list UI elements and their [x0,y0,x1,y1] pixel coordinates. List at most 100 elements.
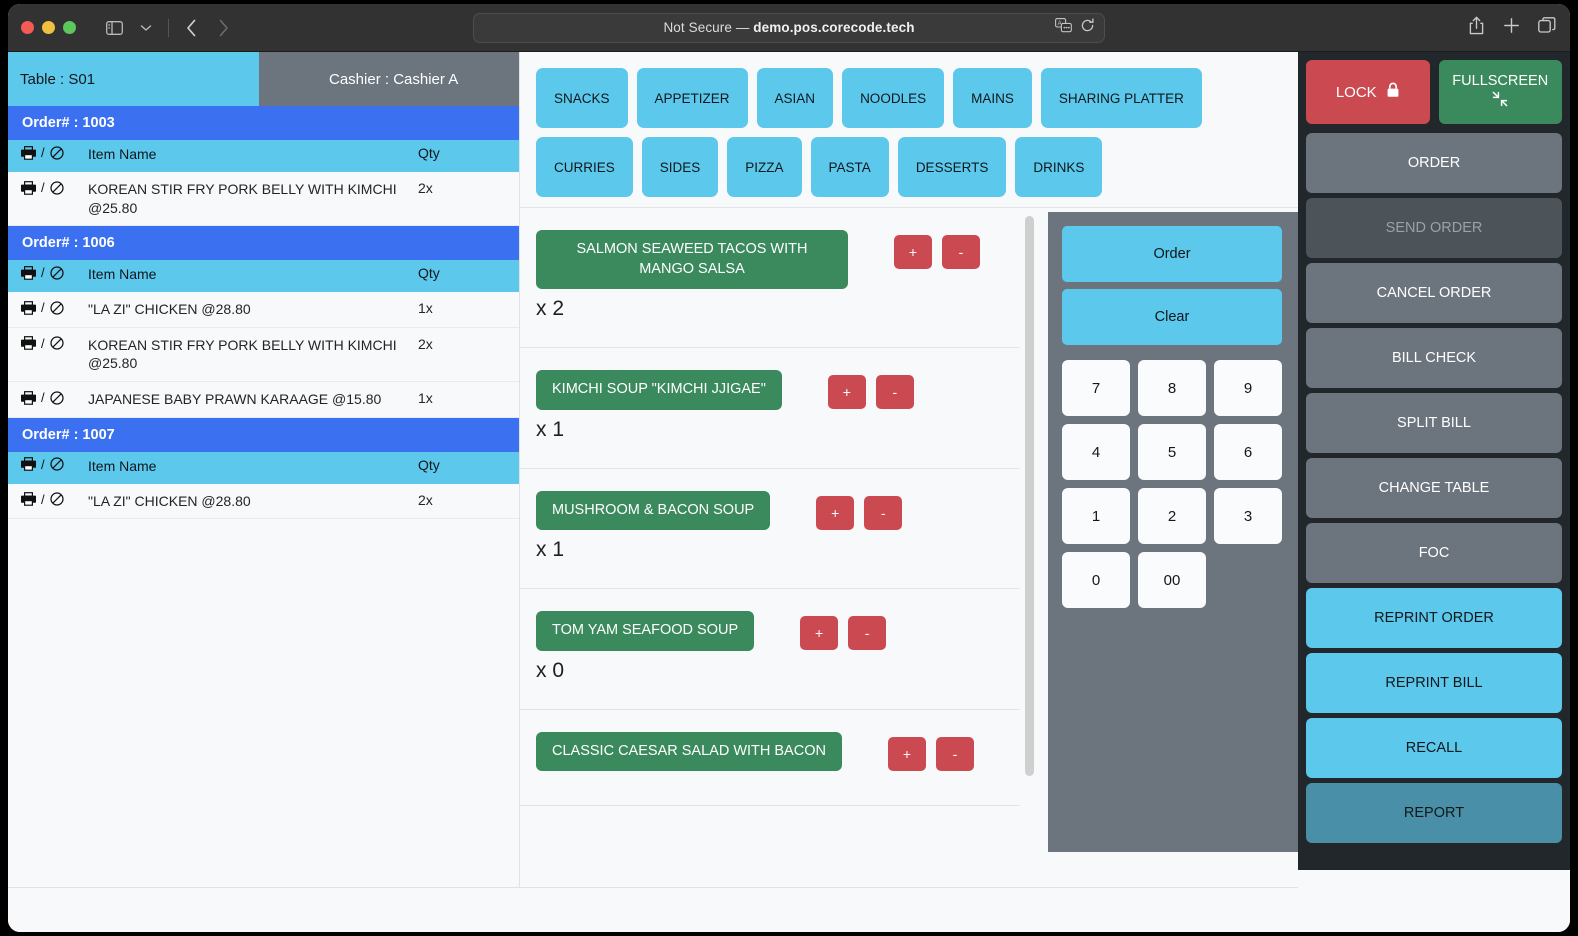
printer-icon[interactable] [21,390,36,405]
keypad-key[interactable]: 3 [1214,488,1282,544]
sidebar-button-report[interactable]: REPORT [1306,783,1562,843]
category-button[interactable]: MAINS [953,68,1032,128]
void-icon[interactable] [50,457,64,471]
sidebar-button-change-table[interactable]: CHANGE TABLE [1306,458,1562,518]
sidebar-button-foc[interactable]: FOC [1306,523,1562,583]
keypad-key[interactable]: 9 [1214,360,1282,416]
menu-item-button[interactable]: SALMON SEAWEED TACOS WITH MANGO SALSA [536,230,848,290]
order-group-header[interactable]: Order# : 1007 [8,417,519,452]
order-item-row[interactable]: / JAPANESE BABY PRAWN KARAAGE @15.80 1x [8,382,519,418]
menu-item-button[interactable]: TOM YAM SEAFOOD SOUP [536,611,755,651]
increase-qty-button[interactable]: + [894,235,932,269]
keypad-key[interactable]: 4 [1062,424,1130,480]
category-button[interactable]: ASIAN [756,68,834,128]
printer-icon[interactable] [21,180,36,195]
void-icon[interactable] [50,145,64,160]
decrease-qty-button[interactable]: - [848,616,887,651]
address-bar[interactable]: Not Secure — demo.pos.corecode.tech A [473,12,1105,43]
printer-icon[interactable] [21,336,36,351]
order-item-row[interactable]: / KOREAN STIR FRY PORK BELLY WITH KIMCHI … [8,172,519,227]
lock-button[interactable]: LOCK [1306,60,1430,124]
cashier-indicator[interactable]: Cashier : Cashier A [259,52,519,106]
decrease-qty-button[interactable]: - [864,495,903,530]
increase-qty-button[interactable]: + [887,736,926,771]
menu-item-button[interactable]: CLASSIC CAESAR SALAD WITH BACON [536,731,842,772]
decrease-qty-button[interactable]: - [875,375,914,410]
menu-item-qty: x 0 [536,658,565,682]
category-button[interactable]: NOODLES [842,68,945,128]
share-icon[interactable] [1468,16,1485,41]
sidebar-button-bill-check[interactable]: BILL CHECK [1306,328,1562,388]
keypad-key[interactable]: 5 [1138,424,1206,480]
menu-item-button[interactable]: MUSHROOM & BACON SOUP [536,490,771,531]
keypad-key[interactable]: 2 [1138,488,1206,544]
maximize-window-button[interactable] [63,21,76,34]
category-button[interactable]: CURRIES [536,137,633,197]
keypad-key[interactable]: 0 [1062,552,1130,608]
category-button[interactable]: SIDES [641,137,719,197]
decrease-qty-button[interactable]: - [935,736,974,771]
sidebar-button-cancel-order[interactable]: CANCEL ORDER [1306,263,1562,323]
category-button[interactable]: DRINKS [1015,137,1103,197]
printer-icon[interactable] [21,492,36,506]
translate-icon[interactable]: A [1055,17,1072,38]
increase-qty-button[interactable]: + [827,375,866,410]
category-button[interactable]: SHARING PLATTER [1040,68,1202,128]
tab-overview-icon[interactable] [1538,16,1556,40]
close-window-button[interactable] [21,21,34,34]
order-item-row[interactable]: / KOREAN STIR FRY PORK BELLY WITH KIMCHI … [8,328,519,383]
column-header-qty: Qty [418,265,440,282]
keypad-clear-button[interactable]: Clear [1062,289,1282,345]
orders-panel: Table : S01 Cashier : Cashier A Order# :… [8,52,520,888]
printer-icon[interactable] [21,265,36,280]
increase-qty-button[interactable]: + [816,495,855,530]
keypad-key[interactable]: 6 [1214,424,1282,480]
printer-icon[interactable] [21,145,36,160]
category-button[interactable]: PASTA [810,137,889,197]
order-item-row[interactable]: / "LA ZI" CHICKEN @28.80 2x [8,484,519,520]
order-group-header[interactable]: Order# : 1006 [8,226,519,261]
menu-and-keypad: SALMON SEAWEED TACOS WITH MANGO SALSA + - x… [520,208,1298,887]
order-group-header[interactable]: Order# : 1003 [8,106,519,140]
menu-item-button[interactable]: KIMCHI SOUP "KIMCHI JJIGAE" [536,370,782,410]
order-item-row[interactable]: / "LA ZI" CHICKEN @28.80 1x [8,292,519,328]
new-tab-icon[interactable] [1503,17,1520,39]
void-icon[interactable] [50,336,64,350]
keypad-key[interactable]: 8 [1138,360,1206,416]
lock-icon [1386,82,1400,102]
printer-icon[interactable] [21,300,36,315]
order-row-action-icons: / [8,492,88,507]
keypad-order-button[interactable]: Order [1062,226,1282,282]
menu-scrollbar-track[interactable] [1018,208,1040,887]
sidebar-button-reprint-order[interactable]: REPRINT ORDER [1306,588,1562,648]
fullscreen-button[interactable]: FULLSCREEN [1438,60,1562,124]
icon-separator: / [41,145,45,160]
sidebar-button-order[interactable]: ORDER [1306,133,1562,193]
decrease-qty-button[interactable]: - [942,235,980,269]
category-button[interactable]: DESSERTS [897,137,1007,197]
category-button[interactable]: SNACKS [536,68,628,128]
minimize-window-button[interactable] [42,21,55,34]
category-button[interactable]: APPETIZER [636,68,748,128]
menu-scrollbar-thumb[interactable] [1025,216,1034,776]
chevron-down-icon[interactable] [130,14,162,42]
printer-icon[interactable] [21,457,36,471]
back-icon[interactable] [175,14,207,42]
void-icon[interactable] [50,180,64,195]
reload-icon[interactable] [1080,17,1095,38]
keypad-key[interactable]: 1 [1062,488,1130,544]
void-icon[interactable] [50,266,64,280]
table-indicator[interactable]: Table : S01 [8,52,259,106]
increase-qty-button[interactable]: + [800,616,839,651]
void-icon[interactable] [50,390,64,405]
void-icon[interactable] [50,492,64,506]
keypad-key[interactable]: 00 [1138,552,1206,608]
sidebar-toggle-icon[interactable] [98,14,130,42]
void-icon[interactable] [50,301,64,315]
keypad-key[interactable]: 7 [1062,360,1130,416]
sidebar-button-split-bill[interactable]: SPLIT BILL [1306,393,1562,453]
menu-item-qty: x 1 [536,538,565,562]
sidebar-button-reprint-bill[interactable]: REPRINT BILL [1306,653,1562,713]
category-button[interactable]: PIZZA [727,137,802,197]
sidebar-button-recall[interactable]: RECALL [1306,718,1562,778]
